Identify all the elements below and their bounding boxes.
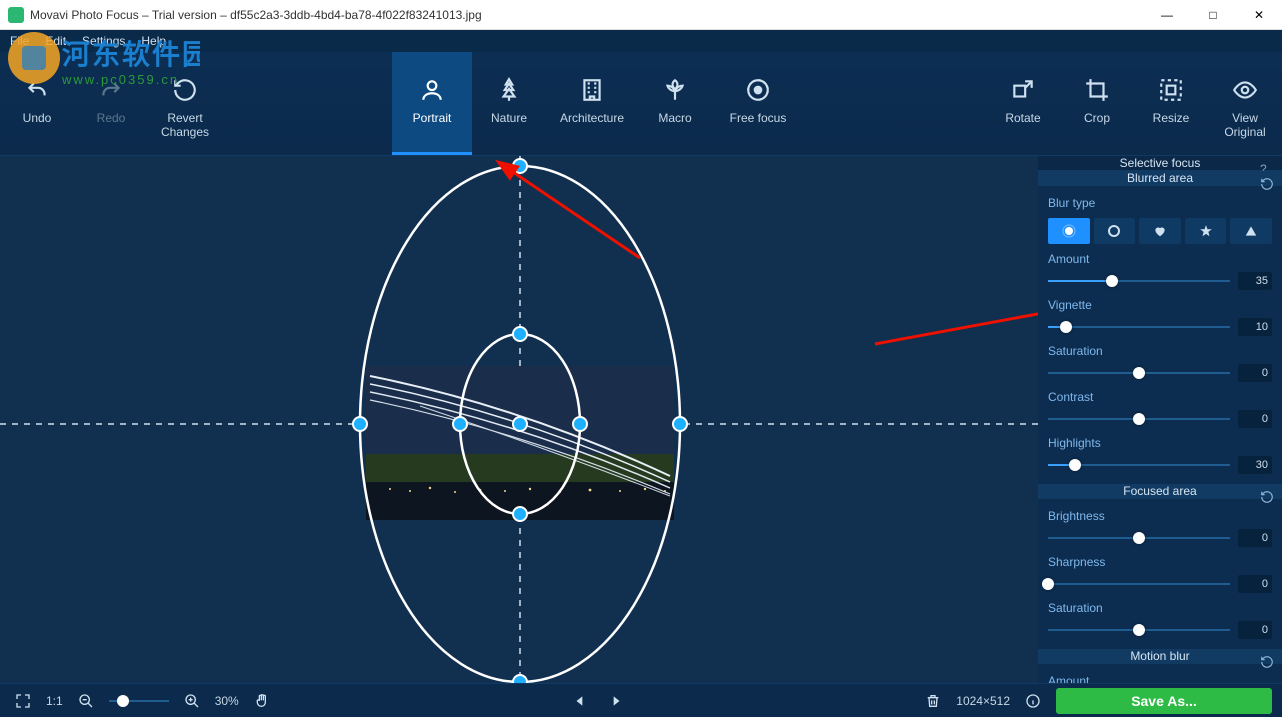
- tab-macro[interactable]: Macro: [638, 52, 712, 155]
- fullscreen-button[interactable]: [10, 688, 36, 714]
- zoom-slider[interactable]: [109, 695, 169, 707]
- sharpness-value[interactable]: 0: [1238, 575, 1272, 593]
- close-button[interactable]: ✕: [1236, 0, 1282, 30]
- panel-header-blurred-area[interactable]: Blurred area: [1038, 171, 1282, 186]
- blur-type-selector: [1048, 218, 1272, 244]
- minimize-button[interactable]: —: [1144, 0, 1190, 30]
- resize-button[interactable]: Resize: [1134, 52, 1208, 155]
- main-toolbar: Undo Redo Revert Changes Portrait Nature: [0, 52, 1282, 156]
- highlights-value[interactable]: 30: [1238, 456, 1272, 474]
- revert-icon: [171, 76, 199, 104]
- panel-header-motion-blur[interactable]: Motion blur: [1038, 649, 1282, 664]
- highlights-label: Highlights: [1048, 436, 1272, 450]
- menu-file[interactable]: File: [10, 34, 29, 48]
- brightness-value[interactable]: 0: [1238, 529, 1272, 547]
- prev-image-button[interactable]: [567, 688, 593, 714]
- side-panel: Selective focus ? Blurred area Blur type…: [1038, 156, 1282, 683]
- redo-button[interactable]: Redo: [74, 52, 148, 155]
- sharpness-label: Sharpness: [1048, 555, 1272, 569]
- portrait-icon: [418, 76, 446, 104]
- crop-icon: [1083, 76, 1111, 104]
- f-saturation-value[interactable]: 0: [1238, 621, 1272, 639]
- zoom-out-button[interactable]: [73, 688, 99, 714]
- saturation-label: Saturation: [1048, 344, 1272, 358]
- menu-bar: File Edit Settings Help: [0, 30, 1282, 52]
- freefocus-icon: [744, 76, 772, 104]
- tab-freefocus[interactable]: Free focus: [712, 52, 804, 155]
- save-as-button[interactable]: Save As...: [1056, 688, 1272, 714]
- undo-button[interactable]: Undo: [0, 52, 74, 155]
- blur-type-label: Blur type: [1048, 196, 1272, 210]
- vignette-label: Vignette: [1048, 298, 1272, 312]
- sharpness-slider[interactable]: [1048, 577, 1230, 591]
- rotate-button[interactable]: Rotate: [986, 52, 1060, 155]
- m-amount-label: Amount: [1048, 674, 1272, 683]
- architecture-icon: [578, 76, 606, 104]
- brightness-slider[interactable]: [1048, 531, 1230, 545]
- saturation-value[interactable]: 0: [1238, 364, 1272, 382]
- contrast-label: Contrast: [1048, 390, 1272, 404]
- blur-type-bokeh-circle[interactable]: [1094, 218, 1136, 244]
- resize-icon: [1157, 76, 1185, 104]
- workspace: Selective focus ? Blurred area Blur type…: [0, 156, 1282, 683]
- next-image-button[interactable]: [603, 688, 629, 714]
- window-title: Movavi Photo Focus – Trial version – df5…: [30, 8, 1144, 22]
- menu-edit[interactable]: Edit: [45, 34, 66, 48]
- panel-header-focused-area[interactable]: Focused area: [1038, 484, 1282, 499]
- rotate-icon: [1009, 76, 1037, 104]
- tab-portrait[interactable]: Portrait: [392, 52, 472, 155]
- amount-label: Amount: [1048, 252, 1272, 266]
- app-icon: [8, 7, 24, 23]
- maximize-button[interactable]: □: [1190, 0, 1236, 30]
- image-dimensions: 1024×512: [956, 694, 1010, 708]
- blur-type-bokeh-star[interactable]: [1185, 218, 1227, 244]
- blur-type-bokeh-triangle[interactable]: [1230, 218, 1272, 244]
- hand-tool-button[interactable]: [249, 688, 275, 714]
- nature-icon: [495, 76, 523, 104]
- menu-settings[interactable]: Settings: [82, 34, 125, 48]
- zoom-in-button[interactable]: [179, 688, 205, 714]
- highlights-slider[interactable]: [1048, 458, 1230, 472]
- tab-architecture[interactable]: Architecture: [546, 52, 638, 155]
- f-saturation-label: Saturation: [1048, 601, 1272, 615]
- zoom-percent: 30%: [215, 694, 239, 708]
- crop-button[interactable]: Crop: [1060, 52, 1134, 155]
- eye-icon: [1231, 76, 1259, 104]
- reset-icon[interactable]: [1260, 655, 1274, 669]
- blur-type-bokeh-heart[interactable]: [1139, 218, 1181, 244]
- tab-nature[interactable]: Nature: [472, 52, 546, 155]
- reset-icon[interactable]: [1260, 177, 1274, 191]
- vignette-value[interactable]: 10: [1238, 318, 1272, 336]
- f-saturation-slider[interactable]: [1048, 623, 1230, 637]
- contrast-value[interactable]: 0: [1238, 410, 1272, 428]
- amount-value[interactable]: 35: [1238, 272, 1272, 290]
- canvas[interactable]: [0, 156, 1038, 683]
- view-original-button[interactable]: View Original: [1208, 52, 1282, 155]
- macro-icon: [661, 76, 689, 104]
- panel-header-selective-focus: Selective focus ?: [1038, 156, 1282, 171]
- delete-button[interactable]: [920, 688, 946, 714]
- undo-icon: [23, 76, 51, 104]
- info-button[interactable]: [1020, 688, 1046, 714]
- blur-type-gaussian[interactable]: [1048, 218, 1090, 244]
- vignette-slider[interactable]: [1048, 320, 1230, 334]
- redo-icon: [97, 76, 125, 104]
- amount-slider[interactable]: [1048, 274, 1230, 288]
- fit-label[interactable]: 1:1: [46, 694, 63, 708]
- bottom-bar: 1:1 30% 1024×512 Save As...: [0, 683, 1282, 717]
- revert-button[interactable]: Revert Changes: [148, 52, 222, 155]
- reset-icon[interactable]: [1260, 490, 1274, 504]
- title-bar: Movavi Photo Focus – Trial version – df5…: [0, 0, 1282, 30]
- menu-help[interactable]: Help: [141, 34, 166, 48]
- saturation-slider[interactable]: [1048, 366, 1230, 380]
- brightness-label: Brightness: [1048, 509, 1272, 523]
- contrast-slider[interactable]: [1048, 412, 1230, 426]
